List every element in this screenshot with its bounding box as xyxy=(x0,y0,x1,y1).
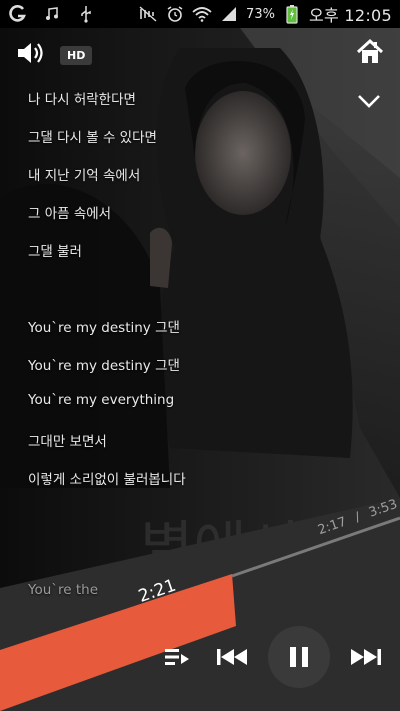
pause-icon xyxy=(290,647,308,667)
chevron-down-icon[interactable] xyxy=(356,91,382,111)
previous-button[interactable] xyxy=(214,642,250,672)
lyric-line: 그댈 다시 볼 수 있다면 xyxy=(28,130,157,146)
volume-icon[interactable] xyxy=(16,40,46,70)
battery-charging-icon xyxy=(282,4,302,24)
lyric-line: 나 다시 허락한다면 xyxy=(28,92,136,108)
lyric-line: 이렇게 소리없이 불러봅니다 xyxy=(28,472,186,488)
lyric-line: You`re my destiny 그댄 xyxy=(28,320,180,336)
status-bar: 73% 오후 12:05 xyxy=(0,0,400,28)
home-icon[interactable] xyxy=(356,38,384,66)
battery-percent: 73% xyxy=(246,6,275,22)
lyric-line: You`re my everything xyxy=(28,392,175,408)
mute-icon xyxy=(138,4,158,24)
next-button[interactable] xyxy=(348,642,384,672)
skip-next-icon xyxy=(351,649,381,665)
hd-badge[interactable]: HD xyxy=(60,45,93,65)
lyric-line: 그 아픔 속에서 xyxy=(28,206,112,222)
status-time: 오후 12:05 xyxy=(308,6,392,25)
skip-previous-icon xyxy=(217,649,247,665)
wifi-icon xyxy=(192,4,212,24)
lyric-line: You`re my destiny 그댄 xyxy=(28,358,180,374)
alarm-icon xyxy=(165,4,185,24)
playlist-button[interactable] xyxy=(162,642,192,672)
signal-icon xyxy=(219,4,239,24)
lyric-line: 그대만 보면서 xyxy=(28,434,107,450)
playlist-icon xyxy=(165,649,189,665)
usb-icon xyxy=(76,4,96,24)
time-separator: / xyxy=(353,509,363,526)
pause-button[interactable] xyxy=(268,626,330,688)
lyric-line: 내 지난 기억 속에서 xyxy=(28,168,141,184)
music-note-icon xyxy=(42,4,62,24)
lyric-line: You`re the xyxy=(28,582,99,598)
g-app-icon xyxy=(8,4,28,24)
lyric-line: 그댈 불러 xyxy=(28,244,82,260)
